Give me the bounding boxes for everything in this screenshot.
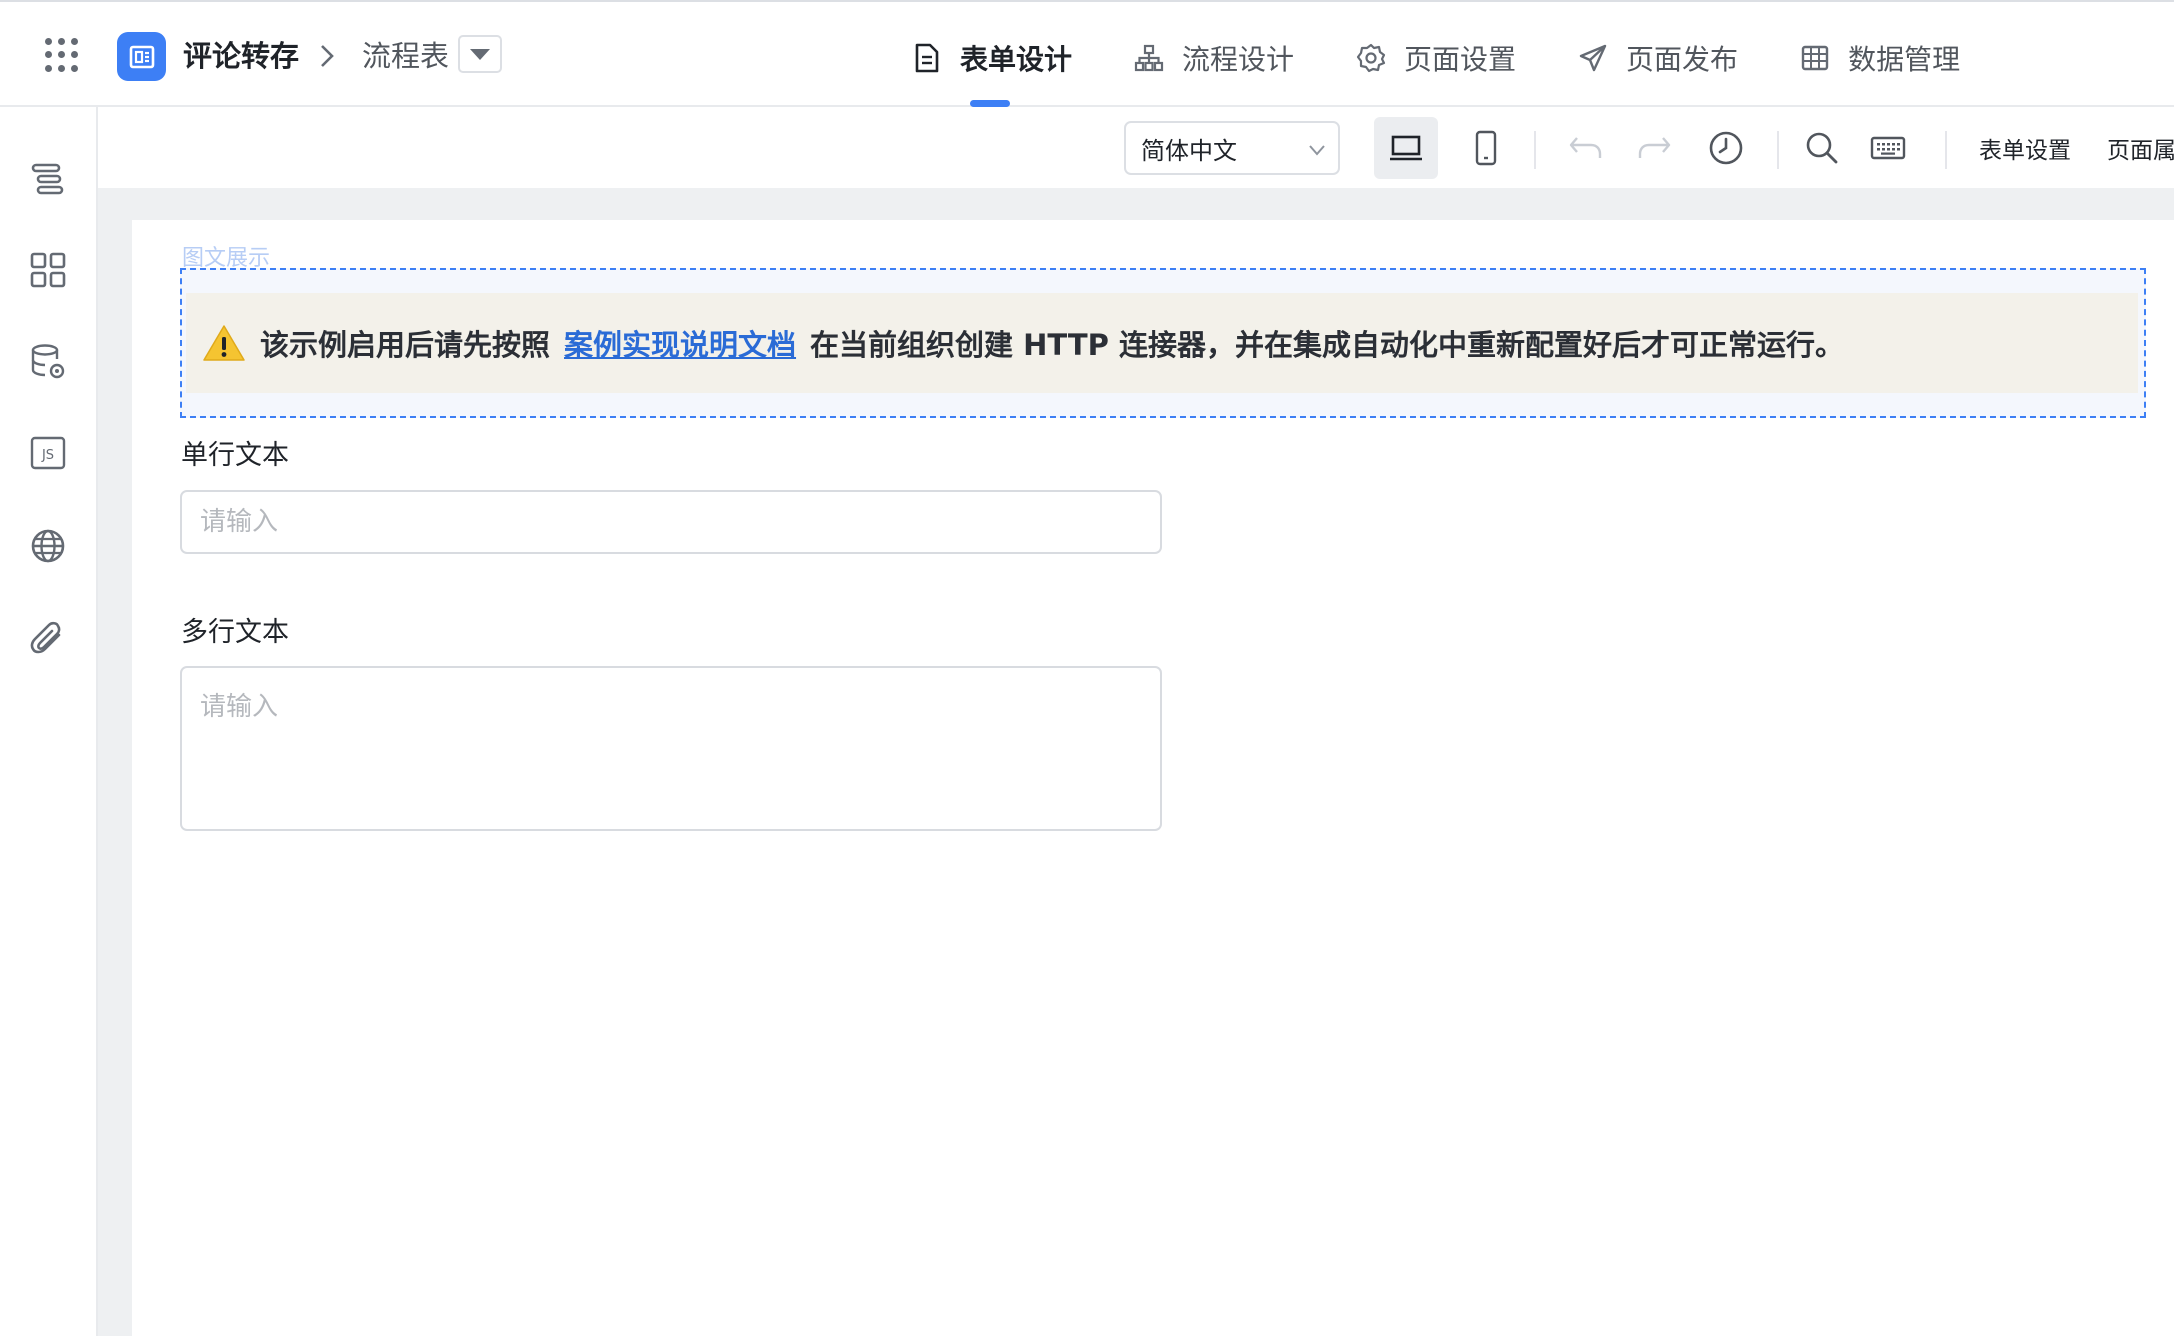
tab-label: 表单设计 (960, 43, 1073, 76)
tab-label: 页面发布 (1626, 43, 1739, 76)
single-line-input[interactable]: 请输入 (180, 490, 1162, 554)
single-line-label: 单行文本 (181, 440, 289, 471)
page-dropdown-button[interactable] (458, 35, 502, 73)
notice-banner: 该示例启用后请先按照 案例实现说明文档 在当前组织创建 HTTP 连接器，并在集… (186, 293, 2138, 393)
toolbar-divider (1945, 131, 1947, 169)
redo-icon (1638, 137, 1671, 158)
design-tabs: 表单设计 流程设计 页面设置 页面发布 数据管理 (910, 32, 2020, 107)
editor-toolbar: 简体中文 表单设置 页面属 (98, 107, 2174, 188)
tab-form-design[interactable]: 表单设计 (910, 32, 1073, 107)
gear-icon (1354, 41, 1388, 75)
undo-button[interactable] (1558, 121, 1612, 175)
keyboard-icon (1870, 136, 1906, 160)
tab-label: 数据管理 (1848, 43, 1961, 76)
tab-data-management[interactable]: 数据管理 (1798, 32, 1960, 84)
tab-page-publish[interactable]: 页面发布 (1576, 32, 1738, 84)
language-value: 简体中文 (1141, 136, 1237, 165)
left-rail: JS (0, 107, 98, 1336)
page-properties-button[interactable]: 页面属 (2107, 131, 2174, 165)
components-icon[interactable] (27, 249, 69, 291)
language-select[interactable]: 简体中文 (1124, 121, 1340, 175)
toolbar-divider (1777, 131, 1779, 169)
svg-text:JS: JS (41, 448, 54, 463)
search-icon (1806, 132, 1838, 164)
tab-label: 流程设计 (1182, 43, 1295, 76)
warning-icon (203, 325, 245, 361)
chevron-right-icon (316, 40, 338, 72)
form-settings-button[interactable]: 表单设置 (1979, 131, 2071, 165)
mobile-view-button[interactable] (1459, 121, 1513, 175)
notice-text-after: 在当前组织创建 HTTP 连接器，并在集成自动化中重新配置好后才可正常运行。 (810, 328, 1844, 362)
send-icon (1576, 41, 1610, 75)
clock-icon (1709, 131, 1743, 165)
case-doc-link[interactable]: 案例实现说明文档 (564, 322, 796, 364)
page-name[interactable]: 流程表 (362, 35, 449, 77)
history-button[interactable] (1699, 121, 1753, 175)
attachment-icon[interactable] (27, 619, 69, 661)
document-icon (910, 41, 944, 75)
desktop-view-button[interactable] (1374, 117, 1438, 179)
desktop-icon (1390, 135, 1422, 161)
mobile-icon (1475, 130, 1497, 166)
shortcuts-button[interactable] (1861, 121, 1915, 175)
outline-icon[interactable] (27, 158, 69, 200)
top-header: 评论转存 流程表 表单设计 流程设计 页面设置 页面发布 数据管理 (0, 0, 2174, 107)
js-icon[interactable]: JS (27, 432, 69, 474)
globe-icon[interactable] (27, 525, 69, 567)
flow-icon (1132, 41, 1166, 75)
caret-down-icon (470, 48, 490, 60)
app-launcher-icon[interactable] (45, 38, 79, 72)
table-icon (1798, 41, 1832, 75)
datasource-icon[interactable] (27, 341, 69, 383)
multi-line-textarea[interactable]: 请输入 (180, 666, 1162, 831)
toolbar-divider (1534, 131, 1536, 169)
tab-flow-design[interactable]: 流程设计 (1132, 32, 1294, 84)
search-button[interactable] (1795, 121, 1849, 175)
redo-button[interactable] (1628, 121, 1682, 175)
chevron-down-icon (1309, 145, 1325, 156)
tab-page-settings[interactable]: 页面设置 (1354, 32, 1516, 84)
app-logo-icon (117, 32, 166, 81)
app-name[interactable]: 评论转存 (183, 35, 299, 77)
tab-label: 页面设置 (1404, 43, 1517, 76)
undo-icon (1569, 137, 1602, 158)
notice-text-before: 该示例启用后请先按照 (260, 328, 551, 362)
multi-line-label: 多行文本 (181, 617, 289, 648)
